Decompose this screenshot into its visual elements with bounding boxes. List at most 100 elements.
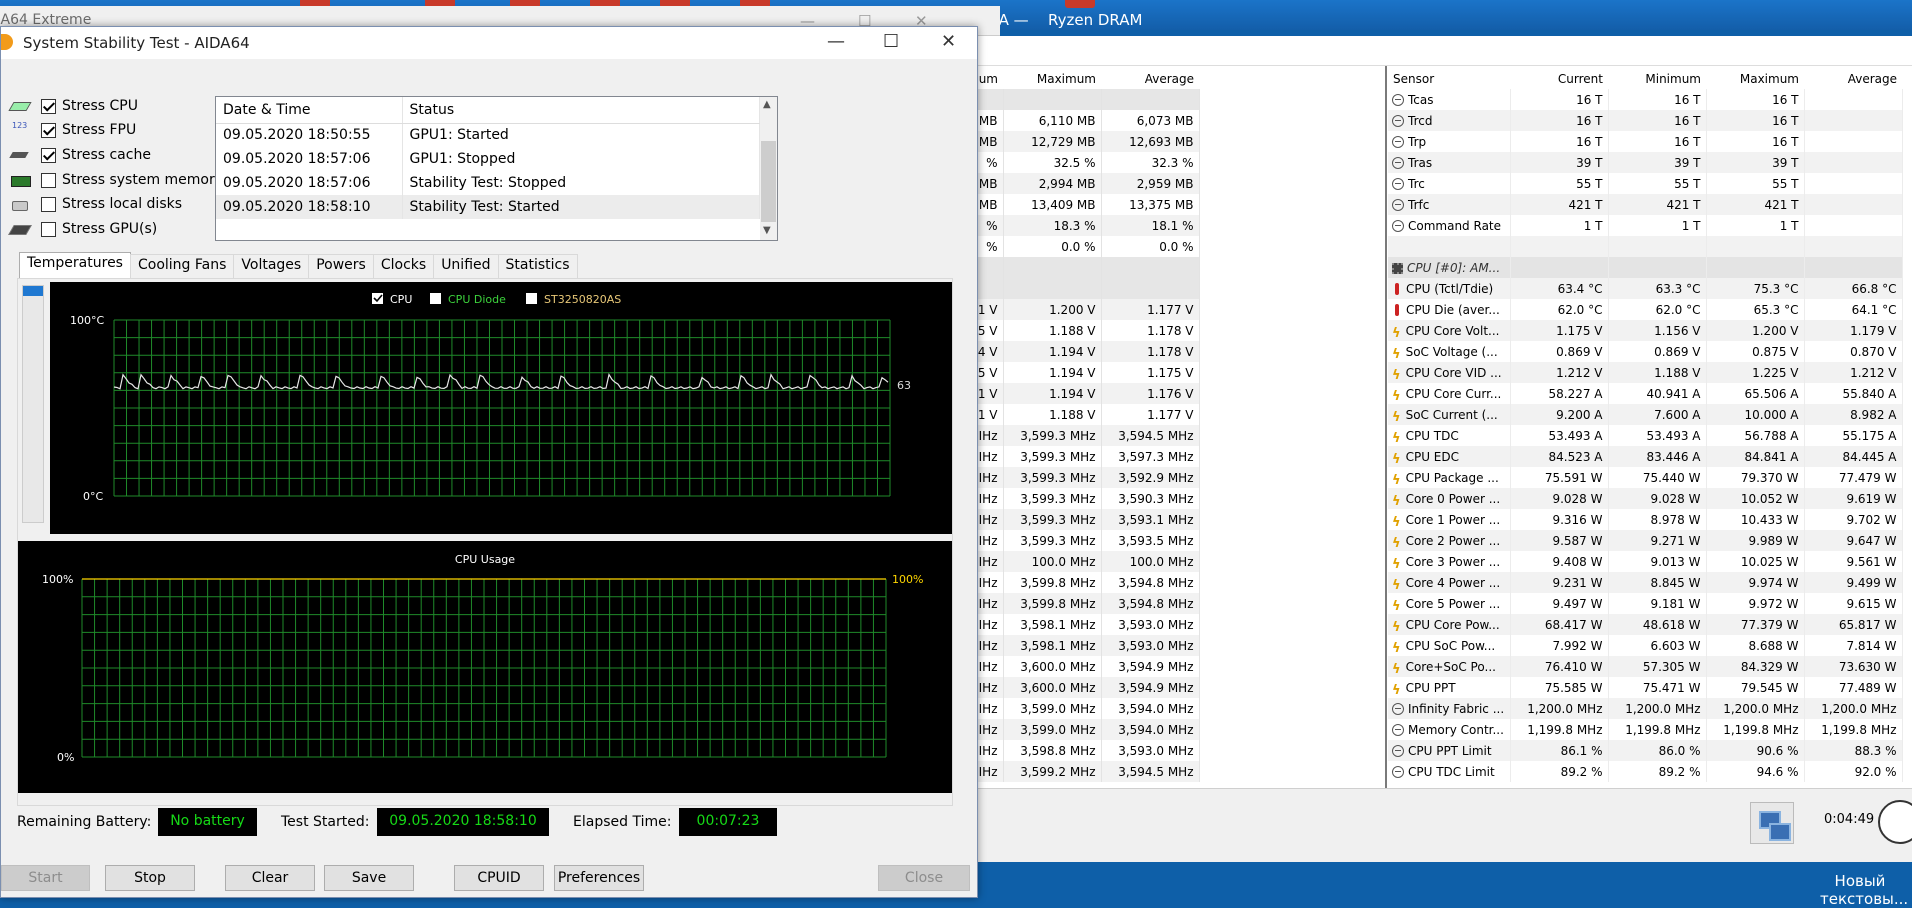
stress-gpu-option[interactable]: Stress GPU(s) (9, 218, 157, 240)
stop-button[interactable]: Stop (105, 865, 195, 891)
log-row[interactable]: 09.05.2020 18:57:06 Stability Test: Stopp… (216, 171, 760, 195)
sensor-row[interactable]: ϟ Core 4 Power ... 9.231 W 8.845 W 9.974 W 9.… (1388, 572, 1903, 593)
memory-stats-row[interactable]: 5 V 1.194 V 1.175 V (967, 362, 1200, 383)
scroll-up-icon[interactable]: ▲ (763, 99, 771, 110)
log-row[interactable]: 09.05.2020 18:50:55 GPU1: Started (216, 123, 760, 147)
sensor-row[interactable]: ϟ CPU EDC 84.523 A 83.446 A 84.841 A 84.445 A (1388, 446, 1903, 467)
memory-stats-row[interactable]: MB 6,110 MB 6,073 MB (967, 110, 1200, 131)
memory-stats-row[interactable]: IHz 3,600.0 MHz 3,594.9 MHz (967, 656, 1200, 677)
memory-stats-row[interactable]: IHz 3,598.1 MHz 3,593.0 MHz (967, 635, 1200, 656)
sensor-row[interactable]: CPU (Tctl/Tdie) 63.4 °C 63.3 °C 75.3 °C 66.8… (1388, 278, 1903, 299)
column-header-sensor[interactable]: Sensor (1388, 68, 1510, 89)
close-icon[interactable]: ✕ (941, 31, 956, 52)
event-log-list[interactable]: Date & Time Status 09.05.2020 18:50:55 GP… (215, 96, 778, 241)
memory-stats-row[interactable]: 1 V 1.188 V 1.177 V (967, 404, 1200, 425)
column-header[interactable]: Maximum (1003, 68, 1101, 89)
memory-stats-row[interactable]: IHz 3,599.3 MHz 3,594.5 MHz (967, 425, 1200, 446)
sensor-row[interactable]: ϟ CPU Package ... 75.591 W 75.440 W 79.370 W… (1388, 467, 1903, 488)
memory-stats-row[interactable]: MB 2,994 MB 2,959 MB (967, 173, 1200, 194)
desktop-shortcut-label[interactable]: Новый текстовы... (1820, 872, 1908, 908)
sensor-row[interactable]: ϟ CPU Core Volt... 1.175 V 1.156 V 1.200 V 1.… (1388, 320, 1903, 341)
sensor-row[interactable]: ϟ SoC Voltage (... 0.869 V 0.869 V 0.875 V 0.… (1388, 341, 1903, 362)
desktop-shortcut-icon[interactable] (1065, 0, 1095, 8)
memory-stats-row[interactable]: IHz 3,599.0 MHz 3,594.0 MHz (967, 698, 1200, 719)
sensor-row[interactable]: Trfc 421 T 421 T 421 T (1388, 194, 1903, 215)
preferences-button[interactable]: Preferences (554, 865, 644, 891)
memory-stats-row[interactable] (967, 278, 1200, 299)
log-header-datetime[interactable]: Date & Time (216, 97, 403, 124)
sensor-row[interactable]: Memory Contr... 1,199.8 MHz 1,199.8 MHz 1,1… (1388, 719, 1903, 740)
memory-stats-row[interactable]: IHz 3,598.1 MHz 3,593.0 MHz (967, 614, 1200, 635)
memory-stats-row[interactable]: IHz 3,599.8 MHz 3,594.8 MHz (967, 593, 1200, 614)
sensor-row[interactable]: ϟ CPU PPT 75.585 W 75.471 W 79.545 W 77.489 W (1388, 677, 1903, 698)
column-header-current[interactable]: Current (1510, 68, 1608, 89)
stress-fpu-option[interactable]: Stress FPU (9, 119, 136, 141)
sensor-row[interactable]: ϟ Core 5 Power ... 9.497 W 9.181 W 9.972 W 9.… (1388, 593, 1903, 614)
network-icon[interactable] (1750, 802, 1794, 844)
legend-cpu[interactable]: CPU (372, 293, 412, 306)
start-button[interactable]: Start (1, 865, 90, 891)
stress-cache-option[interactable]: Stress cache (9, 144, 151, 166)
sensor-row[interactable]: ϟ Core 2 Power ... 9.587 W 9.271 W 9.989 W 9.… (1388, 530, 1903, 551)
clear-button[interactable]: Clear (225, 865, 315, 891)
memory-stats-row[interactable]: IHz 3,599.3 MHz 3,593.5 MHz (967, 530, 1200, 551)
memory-stats-row[interactable]: IHz 3,600.0 MHz 3,594.9 MHz (967, 677, 1200, 698)
memory-stats-row[interactable]: IHz 100.0 MHz 100.0 MHz (967, 551, 1200, 572)
pane-splitter[interactable] (1385, 66, 1387, 790)
memory-stats-row[interactable]: MB 12,729 MB 12,693 MB (967, 131, 1200, 152)
sensor-row[interactable]: CPU Die (aver... 62.0 °C 62.0 °C 65.3 °C 64.… (1388, 299, 1903, 320)
maximize-icon[interactable]: ☐ (883, 31, 899, 52)
log-header-status[interactable]: Status (402, 97, 760, 124)
tab-powers[interactable]: Powers (308, 254, 374, 278)
memory-stats-row[interactable]: MB 13,409 MB 13,375 MB (967, 194, 1200, 215)
cpuid-button[interactable]: CPUID (454, 865, 544, 891)
memory-stats-row[interactable]: 5 V 1.188 V 1.178 V (967, 320, 1200, 341)
graph-scroll-strip[interactable] (22, 285, 44, 523)
sensor-row[interactable]: Tras 39 T 39 T 39 T (1388, 152, 1903, 173)
sensor-row[interactable]: ϟ CPU SoC Pow... 7.992 W 6.603 W 8.688 W 7.81… (1388, 635, 1903, 656)
memory-stats-row[interactable]: IHz 3,599.3 MHz 3,593.1 MHz (967, 509, 1200, 530)
memory-stats-row[interactable]: IHz 3,599.3 MHz 3,590.3 MHz (967, 488, 1200, 509)
stress-cache-checkbox[interactable] (41, 147, 56, 163)
sensor-row[interactable]: ϟ CPU Core Curr... 58.227 A 40.941 A 65.506 … (1388, 383, 1903, 404)
tab-statistics[interactable]: Statistics (497, 254, 578, 278)
column-header-maximum[interactable]: Maximum (1706, 68, 1804, 89)
log-row-selected[interactable]: 09.05.2020 18:58:10 Stability Test: Start… (216, 195, 760, 219)
sensor-row[interactable]: Command Rate 1 T1 T1 T (1388, 215, 1903, 236)
memory-stats-row[interactable]: % 32.5 % 32.3 % (967, 152, 1200, 173)
log-scrollbar-thumb[interactable] (761, 141, 776, 222)
tab-voltages[interactable]: Voltages (233, 254, 310, 278)
legend-disk-checkbox[interactable] (526, 293, 537, 304)
sensor-row[interactable]: Trc 55 T 55 T 55 T (1388, 173, 1903, 194)
sensor-row[interactable]: ϟ Core 1 Power ... 9.316 W 8.978 W 10.433 W9… (1388, 509, 1903, 530)
column-header-average[interactable]: Average (1804, 68, 1902, 89)
legend-disk[interactable]: ST3250820AS (526, 293, 621, 306)
memory-stats-row[interactable]: IHz 3,599.0 MHz 3,594.0 MHz (967, 719, 1200, 740)
sensor-row[interactable]: Trcd 16 T 16 T 16 T (1388, 110, 1903, 131)
memory-stats-row[interactable] (967, 89, 1200, 110)
legend-cpu-diode-checkbox[interactable] (430, 293, 441, 304)
graph-scroll-thumb[interactable] (23, 286, 43, 296)
sensor-row[interactable] (1388, 236, 1903, 257)
sensor-row[interactable]: ϟ SoC Current (... 9.200 A 7.600 A 10.000 A8… (1388, 404, 1903, 425)
stress-disks-checkbox[interactable] (41, 196, 56, 212)
column-header[interactable]: Average (1101, 68, 1199, 89)
sensor-row[interactable]: Infinity Fabric ... 1,200.0 MHz 1,200.0 MH… (1388, 698, 1903, 719)
memory-stats-row[interactable]: 1 V 1.200 V 1.177 V (967, 299, 1200, 320)
tab-cooling-fans[interactable]: Cooling Fans (129, 254, 235, 278)
legend-cpu-diode[interactable]: CPU Diode (430, 293, 506, 306)
tab-temperatures[interactable]: Temperatures (19, 252, 131, 278)
memory-stats-row[interactable] (967, 257, 1200, 278)
sensor-group-row[interactable]: CPU [#0]: AM... (1388, 257, 1903, 278)
sensor-row[interactable]: ϟ CPU TDC 53.493 A 53.493 A 56.788 A 55.175 A (1388, 425, 1903, 446)
stress-memory-option[interactable]: Stress system memory (9, 169, 223, 191)
sensor-row[interactable]: Tcas 16 T 16 T 16 T (1388, 89, 1903, 110)
sensor-row[interactable]: ϟ CPU Core VID ... 1.212 V 1.188 V 1.225 V 1.… (1388, 362, 1903, 383)
sensor-row[interactable]: ϟ Core 3 Power ... 9.408 W 9.013 W 10.025 W9… (1388, 551, 1903, 572)
memory-stats-row[interactable]: IHz 3,599.3 MHz 3,597.3 MHz (967, 446, 1200, 467)
tab-clocks[interactable]: Clocks (372, 254, 435, 278)
stress-memory-checkbox[interactable] (41, 172, 56, 188)
stress-fpu-checkbox[interactable] (41, 122, 56, 138)
sensor-row[interactable]: ϟ CPU Core Pow... 68.417 W 48.618 W 77.379 W… (1388, 614, 1903, 635)
memory-stats-row[interactable]: IHz 3,598.8 MHz 3,593.0 MHz (967, 740, 1200, 761)
